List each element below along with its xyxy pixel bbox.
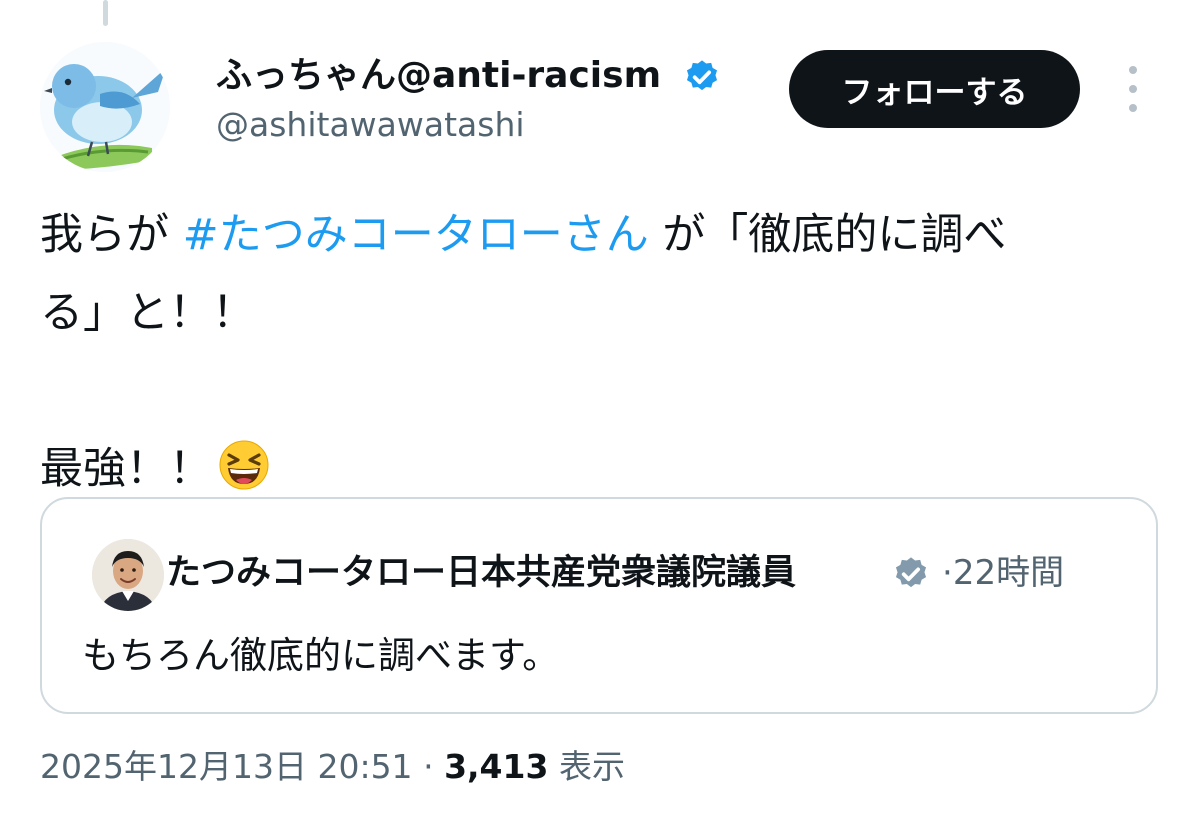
tweet-timestamp[interactable]: 2025年12月13日 20:51	[40, 747, 413, 786]
views-count: 3,413	[444, 747, 549, 786]
author-avatar[interactable]	[40, 42, 170, 172]
quoted-author-photo	[92, 539, 164, 611]
author-display-name[interactable]: ふっちゃん@anti-racism	[216, 54, 661, 98]
tweet-text-emphasis: 最強！！	[40, 444, 212, 494]
tweet-text-suffix: が「徹底的に調べ	[662, 210, 1007, 260]
grinning-squinting-face-emoji-icon	[219, 440, 269, 490]
tweet-text-prefix: 我らが	[40, 210, 169, 260]
meta-separator: ·	[423, 747, 434, 786]
views-label: 表示	[558, 747, 625, 786]
author-handle[interactable]: @ashitawawatashi	[216, 104, 525, 146]
verified-badge-icon	[686, 60, 718, 91]
follow-button[interactable]: フォローする	[789, 50, 1080, 128]
tweet-text-line: る」と！！	[40, 288, 255, 338]
tweet-text-line: 我らが #たつみコータローさん が「徹底的に調べ	[40, 196, 1160, 274]
hashtag-link[interactable]: #たつみコータローさん	[183, 210, 649, 260]
quote-time-value: 22時間	[952, 553, 1065, 593]
quoted-tweet-text: もちろん徹底的に調べます。	[82, 634, 560, 677]
more-options-dot	[1129, 66, 1137, 74]
quoted-author-name[interactable]: たつみコータロー日本共産党衆議院議員	[166, 551, 796, 595]
more-options-dot	[1129, 104, 1137, 112]
bluebird-avatar-image	[40, 42, 170, 172]
quoted-tweet-time[interactable]: ·22時間	[942, 551, 1064, 595]
tweet-metadata: 2025年12月13日 20:51 · 3,413 表示	[40, 745, 625, 789]
thread-connector-line	[103, 0, 108, 26]
quoted-author-avatar[interactable]	[92, 539, 164, 611]
more-options-dot	[1129, 85, 1137, 93]
government-verified-badge-icon	[895, 557, 927, 588]
quote-separator: ·	[942, 553, 953, 593]
tweet-body: 我らが #たつみコータローさん が「徹底的に調べ る」と！！ 最強！！	[40, 196, 1160, 508]
quoted-tweet-card[interactable]: たつみコータロー日本共産党衆議院議員 ·22時間 もちろん徹底的に調べます。	[40, 497, 1158, 714]
more-options-icon[interactable]	[1116, 66, 1150, 112]
tweet-text-blank-line	[40, 352, 1160, 430]
